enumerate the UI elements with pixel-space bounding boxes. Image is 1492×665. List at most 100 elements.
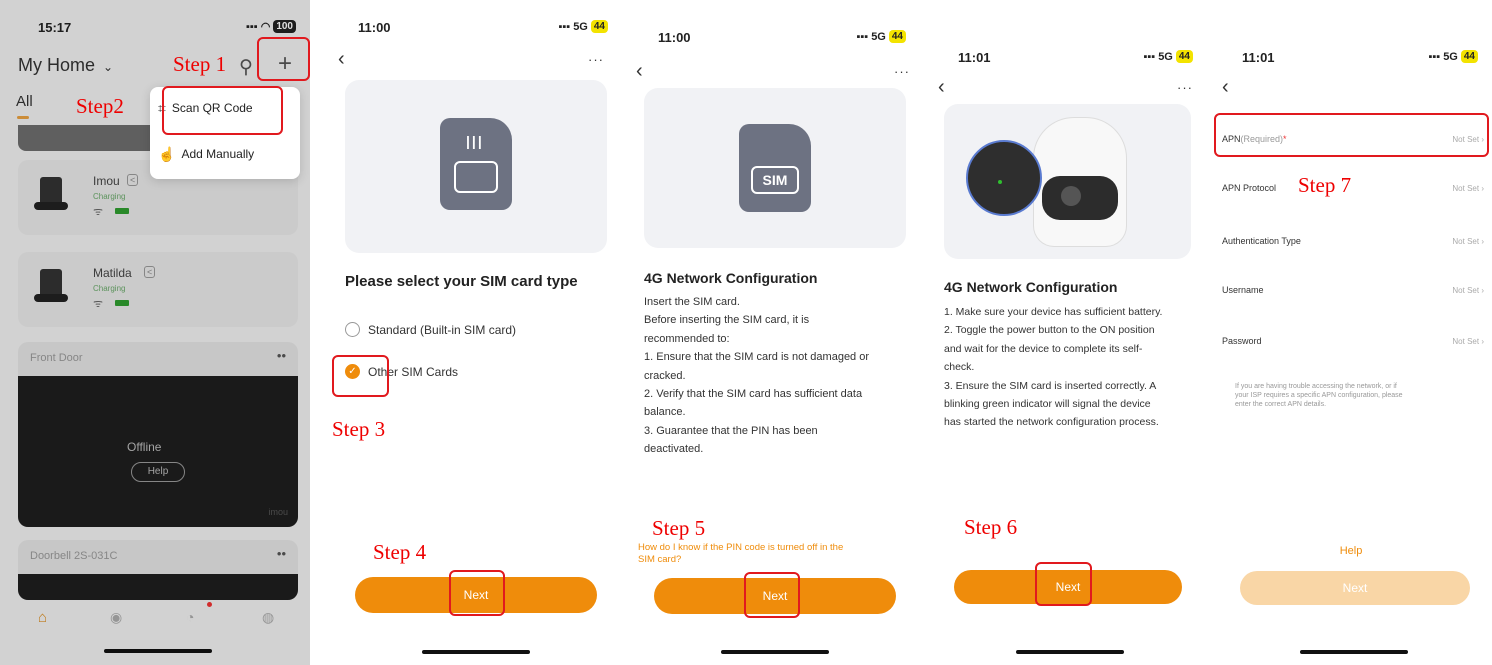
camera-body	[1034, 118, 1126, 246]
more-icon[interactable]: ···	[894, 64, 910, 79]
battery-icon: 44	[1460, 50, 1478, 63]
help-link[interactable]: Help	[1210, 545, 1492, 557]
instruction-line: 3. Ensure the SIM card is inserted corre…	[944, 379, 1157, 392]
hint-line: enter the correct APN details.	[1235, 401, 1327, 408]
tutorial-collage: 15:17 ▪▪▪ ◠ 100 My Home ⌄ ⚲ + All Imou <…	[0, 0, 1492, 665]
field-label: APN Protocol	[1222, 183, 1277, 193]
page-heading: Please select your SIM card type	[345, 273, 578, 290]
battery-icon: 44	[590, 20, 608, 33]
instruction-line: Insert the SIM card.	[644, 296, 740, 308]
pin-help-link[interactable]: How do I know if the PIN code is turned …	[638, 542, 920, 566]
field-value: Not Set ›	[1452, 337, 1484, 346]
annotation-step6: Step 6	[964, 515, 1018, 539]
apn-protocol-row[interactable]: APN Protocol Not Set ›	[1222, 177, 1484, 199]
status-time: 11:01	[1242, 50, 1275, 65]
instruction-line: 2. Toggle the power button to the ON pos…	[944, 324, 1155, 337]
instruction-line: Before inserting the SIM card, it is	[644, 314, 810, 327]
instruction-line: balance.	[644, 406, 686, 419]
sim-illustration-card: |||	[345, 80, 607, 253]
status-time: 11:00	[658, 30, 691, 45]
radio-standard[interactable]: Standard (Built-in SIM card)	[345, 322, 516, 337]
annotation-box	[257, 37, 310, 81]
field-label: Authentication Type	[1222, 236, 1301, 246]
network-label: 5G	[1158, 50, 1173, 63]
annotation-step5: Step 5	[652, 516, 706, 540]
not-set-label: Not Set	[1452, 236, 1480, 246]
annotation-box	[1035, 562, 1092, 606]
signal-icon: ▪▪▪	[1143, 50, 1156, 63]
hand-pointer-icon: ☝	[158, 145, 176, 162]
instruction-line: 3. Guarantee that the PIN has been	[644, 424, 818, 437]
status-time: 11:00	[358, 20, 391, 35]
menu-item-add-manually[interactable]: ☝ Add Manually	[158, 143, 254, 165]
annotation-box	[1214, 113, 1489, 157]
home-indicator	[721, 650, 829, 654]
battery-icon: 44	[888, 30, 906, 43]
auth-type-row[interactable]: Authentication Type Not Set ›	[1222, 230, 1484, 252]
page-heading: 4G Network Configuration	[644, 270, 818, 286]
field-label: Username	[1222, 285, 1264, 295]
instruction-line: cracked.	[644, 369, 686, 382]
sim-config-screen: 11:00 ▪▪▪ 5G 44 ‹ ··· SIM 4G Network Con…	[624, 0, 920, 665]
back-icon[interactable]: ‹	[338, 48, 345, 71]
home-indicator	[1300, 650, 1408, 654]
status-signal: ▪▪▪ 5G 44	[856, 30, 906, 43]
status-bar: 11:00 ▪▪▪ 5G 44	[624, 30, 920, 50]
green-indicator	[998, 180, 1002, 184]
status-signal: ▪▪▪ 5G 44	[1428, 50, 1478, 63]
camera-lens	[1061, 186, 1081, 206]
sim-label: SIM	[751, 166, 799, 194]
next-button-disabled[interactable]: Next	[1240, 571, 1470, 605]
more-icon[interactable]: ···	[588, 52, 604, 67]
camera-illustration-card	[944, 104, 1191, 259]
status-signal: ▪▪▪ 5G 44	[558, 20, 608, 33]
sim-card-icon: SIM	[739, 124, 811, 212]
instruction-line: has started the network configuration pr…	[944, 416, 1159, 429]
back-icon[interactable]: ‹	[938, 76, 945, 99]
radio-unchecked-icon	[345, 322, 360, 337]
page-heading: 4G Network Configuration	[944, 279, 1118, 295]
instruction-line: 1. Ensure that the SIM card is not damag…	[644, 351, 870, 364]
not-set-label: Not Set	[1452, 285, 1480, 295]
annotation-step4: Step 4	[373, 540, 427, 564]
apn-settings-screen: 11:01 ▪▪▪ 5G 44 ‹ APN(Required)* Not Set…	[1210, 0, 1492, 665]
annotation-step2: Step2	[76, 94, 124, 118]
status-signal: ▪▪▪ 5G 44	[1143, 50, 1193, 63]
not-set-label: Not Set	[1452, 336, 1480, 346]
instruction-line: deactivated.	[644, 443, 704, 456]
annotation-step3: Step 3	[332, 417, 386, 441]
link-line: SIM card?	[638, 554, 682, 565]
instruction-line: recommended to:	[644, 332, 730, 345]
network-label: 5G	[1443, 50, 1458, 63]
annotation-step7: Step 7	[1298, 173, 1352, 197]
instruction-line: check.	[944, 361, 975, 374]
back-icon[interactable]: ‹	[636, 60, 643, 83]
network-label: 5G	[573, 20, 588, 33]
username-row[interactable]: Username Not Set ›	[1222, 279, 1484, 301]
more-icon[interactable]: ···	[1177, 80, 1193, 95]
chevron-right-icon: ›	[1481, 285, 1484, 295]
annotation-box	[162, 86, 283, 135]
instructions: Insert the SIM card. Before inserting th…	[644, 293, 919, 459]
sim-chip	[454, 161, 498, 193]
annotation-box	[449, 570, 505, 616]
status-bar: 11:01 ▪▪▪ 5G 44	[928, 50, 1203, 70]
signal-icon: ▪▪▪	[856, 30, 869, 43]
battery-icon: 44	[1175, 50, 1193, 63]
sim-chip-lines: |||	[466, 133, 484, 149]
password-row[interactable]: Password Not Set ›	[1222, 330, 1484, 352]
not-set-label: Not Set	[1452, 183, 1480, 193]
chevron-right-icon: ›	[1481, 236, 1484, 246]
back-icon[interactable]: ‹	[1222, 76, 1229, 99]
zoom-circle	[966, 140, 1042, 216]
sim-card-icon: |||	[440, 118, 512, 210]
annotation-box	[744, 572, 800, 618]
field-value: Not Set ›	[1452, 237, 1484, 246]
network-label: 5G	[871, 30, 886, 43]
option-label: Standard (Built-in SIM card)	[368, 322, 517, 337]
chevron-right-icon: ›	[1481, 336, 1484, 346]
home-indicator	[422, 650, 530, 654]
field-value: Not Set ›	[1452, 184, 1484, 193]
sim-type-screen: 11:00 ▪▪▪ 5G 44 ‹ ··· ||| Please select …	[318, 0, 614, 665]
signal-icon: ▪▪▪	[1428, 50, 1441, 63]
